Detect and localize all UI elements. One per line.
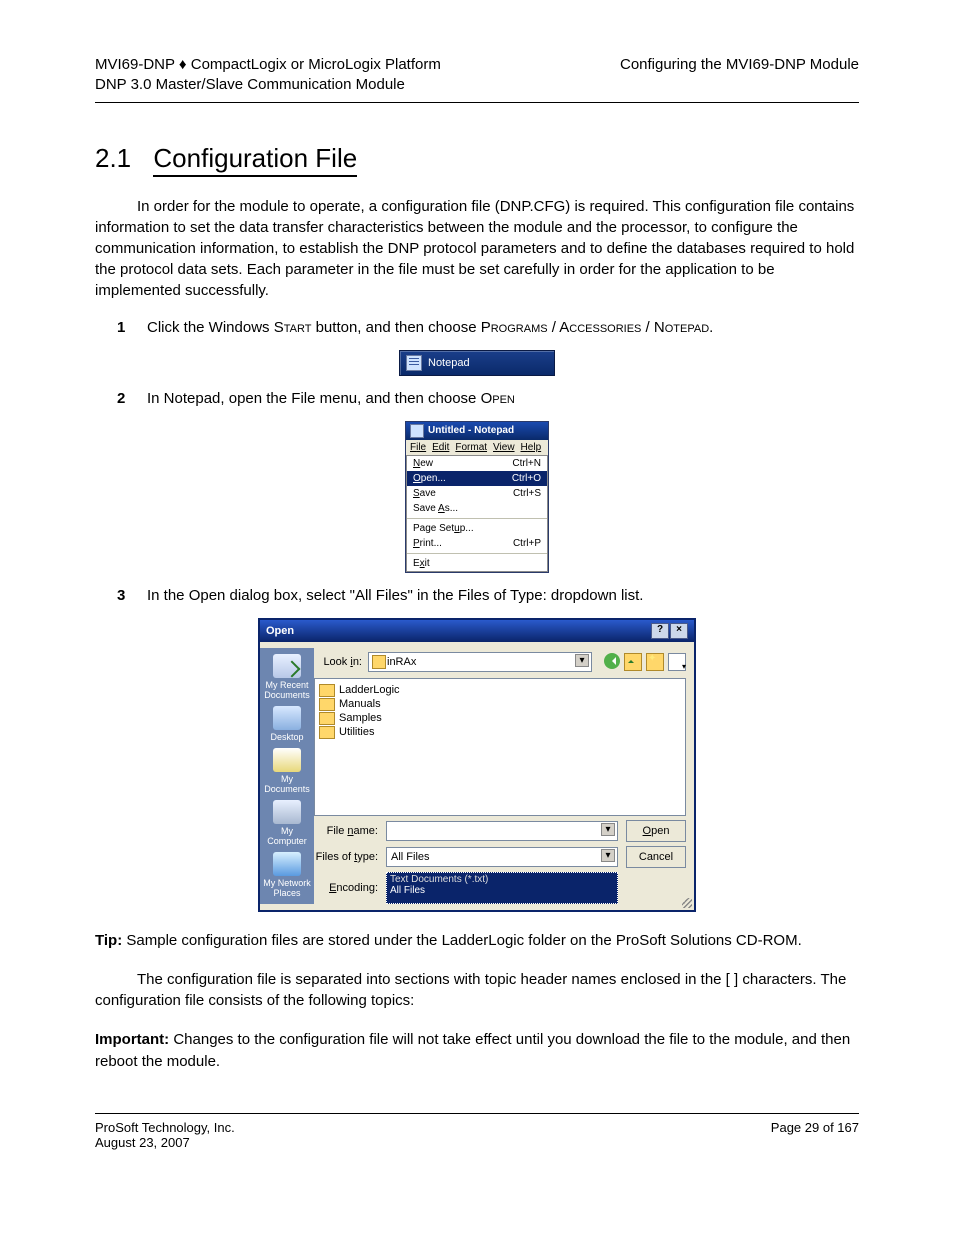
documents-icon: [273, 748, 301, 772]
new-folder-icon[interactable]: [646, 653, 664, 671]
footer-company: ProSoft Technology, Inc.: [95, 1120, 235, 1135]
section-title: Configuration File: [153, 143, 357, 177]
notepad-titlebar: Untitled - Notepad: [406, 422, 548, 440]
menu-pagesetup[interactable]: Page Setup...: [407, 521, 547, 536]
notepad-title-icon: [410, 424, 424, 438]
resize-grip[interactable]: [682, 898, 692, 908]
filetype-dropdown[interactable]: All Files: [386, 847, 618, 867]
folder-utilities[interactable]: Utilities: [319, 726, 681, 739]
notepad-title-text: Untitled - Notepad: [428, 425, 514, 436]
notepad-icon: [406, 355, 422, 371]
filetype-label: Files of type:: [314, 851, 378, 863]
desktop-icon: [273, 706, 301, 730]
step-2: 2 In Notepad, open the File menu, and th…: [95, 388, 859, 409]
lookin-dropdown[interactable]: inRAx: [368, 652, 592, 672]
step-1: 1 Click the Windows Start button, and th…: [95, 317, 859, 338]
tip-box: Tip: Sample configuration files are stor…: [95, 930, 859, 952]
important-box: Important: Changes to the configuration …: [95, 1029, 859, 1073]
encoding-dropdown-open[interactable]: Text Documents (*.txt) All Files: [386, 872, 618, 904]
open-button[interactable]: Open: [626, 820, 686, 842]
header-product: MVI69-DNP ♦ CompactLogix or MicroLogix P…: [95, 55, 441, 75]
open-dialog: Open ? × My Recent Documents Desktop My …: [258, 618, 696, 912]
taskbar-label: Notepad: [428, 357, 470, 369]
place-recent[interactable]: My Recent Documents: [262, 654, 312, 700]
dialog-title-text: Open: [266, 625, 294, 637]
para-sections: The configuration file is separated into…: [95, 969, 859, 1011]
menu-saveas[interactable]: Save As...: [407, 501, 547, 516]
close-button[interactable]: ×: [670, 623, 688, 639]
header-subtitle: DNP 3.0 Master/Slave Communication Modul…: [95, 75, 441, 95]
lookin-label: Look in:: [314, 656, 362, 668]
notepad-menubar[interactable]: FileEditFormatViewHelp: [406, 440, 548, 455]
header-section: Configuring the MVI69-DNP Module: [620, 55, 859, 96]
place-computer[interactable]: My Computer: [262, 800, 312, 846]
header-rule: [95, 102, 859, 103]
filename-input[interactable]: [386, 821, 618, 841]
folder-manuals[interactable]: Manuals: [319, 698, 681, 711]
recent-icon: [273, 654, 301, 678]
menu-new[interactable]: NewCtrl+N: [407, 456, 547, 471]
help-button[interactable]: ?: [651, 623, 669, 639]
file-list[interactable]: LadderLogic Manuals Samples Utilities: [314, 678, 686, 816]
network-icon: [273, 852, 301, 876]
filename-label: File name:: [314, 825, 378, 837]
view-menu-icon[interactable]: [668, 653, 686, 671]
step-3: 3 In the Open dialog box, select "All Fi…: [95, 585, 859, 606]
encoding-label: Encoding:: [314, 882, 378, 894]
intro-paragraph: In order for the module to operate, a co…: [95, 196, 859, 301]
place-network[interactable]: My Network Places: [262, 852, 312, 898]
up-icon[interactable]: [624, 653, 642, 671]
section-number: 2.1: [95, 143, 131, 173]
footer-rule: [95, 1113, 859, 1114]
menu-open[interactable]: Open...Ctrl+O: [407, 471, 547, 486]
footer-date: August 23, 2007: [95, 1135, 235, 1150]
dialog-titlebar: Open ? ×: [260, 620, 694, 642]
folder-ladderlogic[interactable]: LadderLogic: [319, 684, 681, 697]
places-bar: My Recent Documents Desktop My Documents…: [260, 648, 314, 904]
taskbar-notepad-button[interactable]: Notepad: [399, 350, 555, 376]
place-documents[interactable]: My Documents: [262, 748, 312, 794]
computer-icon: [273, 800, 301, 824]
menu-exit[interactable]: Exit: [407, 556, 547, 571]
menu-save[interactable]: SaveCtrl+S: [407, 486, 547, 501]
file-menu-dropdown: NewCtrl+N Open...Ctrl+O SaveCtrl+S Save …: [406, 455, 548, 572]
folder-samples[interactable]: Samples: [319, 712, 681, 725]
back-icon[interactable]: [604, 653, 620, 669]
notepad-window: Untitled - Notepad FileEditFormatViewHel…: [405, 421, 549, 573]
menu-print[interactable]: Print...Ctrl+P: [407, 536, 547, 551]
footer-page: Page 29 of 167: [771, 1120, 859, 1150]
place-desktop[interactable]: Desktop: [270, 706, 303, 742]
cancel-button[interactable]: Cancel: [626, 846, 686, 868]
